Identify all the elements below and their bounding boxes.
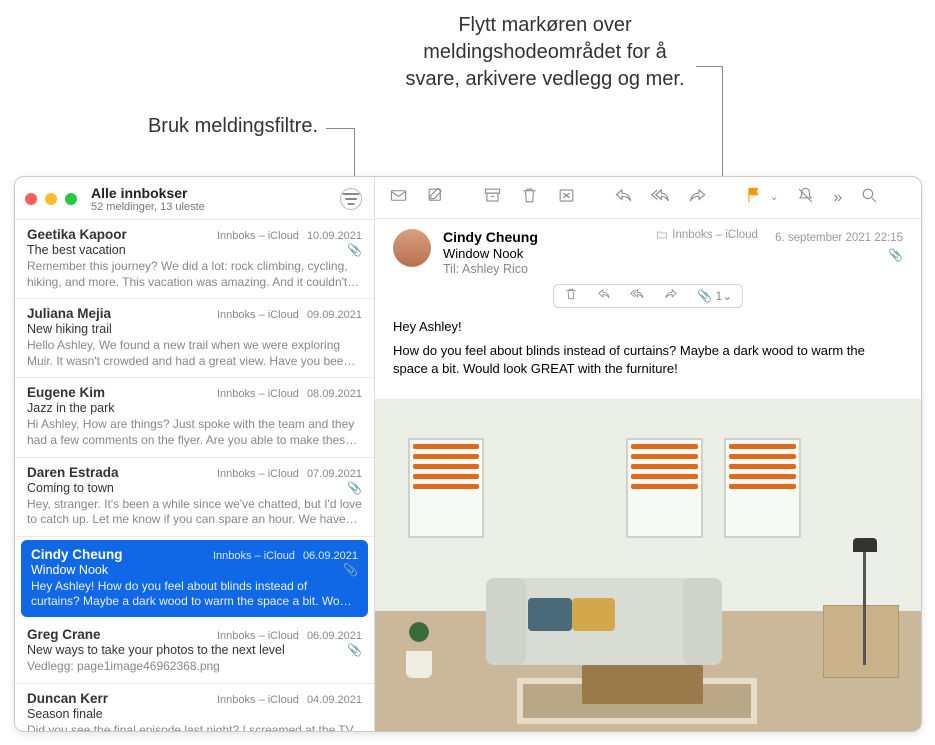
flag-menu-chevron-icon[interactable]: ⌄: [770, 192, 778, 203]
search-icon[interactable]: [860, 186, 879, 210]
close-window-button[interactable]: [25, 193, 37, 205]
trash-icon[interactable]: [520, 186, 539, 210]
list-mailbox: Innboks – iCloud: [217, 630, 299, 642]
attachment-icon[interactable]: 📎: [888, 248, 903, 262]
avatar: [393, 229, 431, 267]
hover-action-toolbar: 📎 1⌄: [553, 284, 743, 308]
callout-line: [696, 66, 722, 67]
list-preview: Hi Ashley, How are things? Just spoke wi…: [27, 417, 362, 448]
callout-filter: Bruk meldingsfiltre.: [58, 113, 318, 140]
mailbox-subtitle: 52 meldinger, 13 uleste: [91, 201, 340, 213]
message-reader: ⌄ » Cindy Cheung Window Nook Til: Ashley…: [375, 177, 921, 731]
list-preview: Remember this journey? We did a lot: roc…: [27, 259, 362, 290]
list-date: 04.09.2021: [307, 694, 362, 706]
list-sender: Duncan Kerr: [27, 691, 108, 706]
paperclip-icon: 📎: [347, 481, 362, 495]
message-list-item[interactable]: Daren Estrada Innboks – iCloud 07.09.202…: [15, 458, 374, 537]
list-sender: Daren Estrada: [27, 465, 119, 480]
list-subject: Season finale: [27, 707, 103, 721]
message-list-item[interactable]: Juliana Mejia Innboks – iCloud 09.09.202…: [15, 299, 374, 378]
list-sender: Geetika Kapoor: [27, 227, 127, 242]
archive-icon[interactable]: [483, 186, 502, 210]
list-mailbox: Innboks – iCloud: [217, 230, 299, 242]
list-subject: New ways to take your photos to the next…: [27, 643, 285, 657]
message-list-item[interactable]: Cindy Cheung Innboks – iCloud 06.09.2021…: [21, 540, 368, 617]
list-sender: Eugene Kim: [27, 385, 105, 400]
list-preview: Hey, stranger. It's been a while since w…: [27, 497, 362, 528]
list-preview: Did you see the final episode last night…: [27, 723, 362, 731]
list-date: 06.09.2021: [307, 630, 362, 642]
envelope-icon[interactable]: [389, 186, 408, 210]
more-icon[interactable]: »: [833, 189, 842, 207]
header-to-name[interactable]: Ashley Rico: [462, 262, 528, 276]
message-list[interactable]: Geetika Kapoor Innboks – iCloud 10.09.20…: [15, 220, 374, 731]
body-text: How do you feel about blinds instead of …: [393, 342, 903, 378]
list-mailbox: Innboks – iCloud: [217, 694, 299, 706]
list-subject: Coming to town: [27, 481, 114, 495]
list-mailbox: Innboks – iCloud: [217, 309, 299, 321]
message-header: Cindy Cheung Window Nook Til: Ashley Ric…: [375, 219, 921, 282]
list-mailbox: Innboks – iCloud: [213, 550, 295, 562]
list-subject: Window Nook: [31, 563, 108, 577]
list-date: 10.09.2021: [307, 230, 362, 242]
list-mailbox: Innboks – iCloud: [217, 388, 299, 400]
flag-icon[interactable]: [745, 186, 764, 210]
mute-icon[interactable]: [796, 186, 815, 210]
message-list-item[interactable]: Geetika Kapoor Innboks – iCloud 10.09.20…: [15, 220, 374, 299]
paperclip-icon: 📎: [347, 243, 362, 257]
message-body: Hey Ashley! How do you feel about blinds…: [375, 308, 921, 399]
list-sender: Juliana Mejia: [27, 306, 111, 321]
list-subject: Jazz in the park: [27, 401, 115, 415]
list-date: 09.09.2021: [307, 309, 362, 321]
reply-all-icon[interactable]: [651, 186, 670, 210]
message-list-item[interactable]: Greg Crane Innboks – iCloud 06.09.2021 N…: [15, 620, 374, 684]
body-greeting: Hey Ashley!: [393, 318, 903, 336]
attachment-image[interactable]: [375, 399, 921, 731]
list-mailbox: Innboks – iCloud: [217, 468, 299, 480]
header-folder[interactable]: Innboks – iCloud: [656, 229, 758, 241]
reply-icon[interactable]: [614, 186, 633, 210]
minimize-window-button[interactable]: [45, 193, 57, 205]
list-preview: Hey Ashley! How do you feel about blinds…: [31, 579, 358, 610]
hover-forward-icon[interactable]: [664, 287, 678, 306]
paperclip-icon: 📎: [343, 563, 358, 577]
mail-window: Alle innbokser 52 meldinger, 13 uleste G…: [14, 176, 922, 732]
filter-icon: [341, 189, 361, 209]
hover-reply-all-icon[interactable]: [630, 287, 644, 306]
forward-icon[interactable]: [688, 186, 707, 210]
list-date: 07.09.2021: [307, 468, 362, 480]
window-controls: [25, 193, 77, 205]
list-subject: New hiking trail: [27, 322, 112, 336]
message-list-item[interactable]: Duncan Kerr Innboks – iCloud 04.09.2021 …: [15, 684, 374, 731]
zoom-window-button[interactable]: [65, 193, 77, 205]
callout-hover: Flytt markøren over meldingshodeområdet …: [400, 12, 690, 93]
toolbar: ⌄ »: [375, 177, 921, 219]
message-list-sidebar: Alle innbokser 52 meldinger, 13 uleste G…: [15, 177, 375, 731]
header-datetime: 6. september 2021 22:15: [775, 232, 903, 244]
list-preview: Hello Ashley, We found a new trail when …: [27, 338, 362, 369]
header-meta: Innboks – iCloud 6. september 2021 22:15…: [656, 229, 903, 262]
compose-icon[interactable]: [426, 186, 445, 210]
list-subject: The best vacation: [27, 243, 126, 257]
list-date: 06.09.2021: [303, 550, 358, 562]
sidebar-header: Alle innbokser 52 meldinger, 13 uleste: [15, 177, 374, 220]
hover-trash-icon[interactable]: [564, 287, 578, 306]
hover-attachment-icon[interactable]: 📎 1⌄: [697, 289, 732, 303]
hover-reply-icon[interactable]: [597, 287, 611, 306]
folder-icon: [656, 229, 668, 241]
list-sender: Cindy Cheung: [31, 547, 123, 562]
filter-button[interactable]: [340, 188, 362, 210]
paperclip-icon: 📎: [347, 643, 362, 657]
message-list-item[interactable]: Eugene Kim Innboks – iCloud 08.09.2021 J…: [15, 378, 374, 457]
list-date: 08.09.2021: [307, 388, 362, 400]
header-to: Til: Ashley Rico: [443, 262, 903, 276]
list-sender: Greg Crane: [27, 627, 101, 642]
callout-line: [326, 128, 354, 129]
junk-icon[interactable]: [557, 186, 576, 210]
list-preview: Vedlegg: page1image46962368.png: [27, 659, 362, 675]
mailbox-title: Alle innbokser: [91, 185, 340, 201]
header-to-label: Til:: [443, 262, 459, 276]
